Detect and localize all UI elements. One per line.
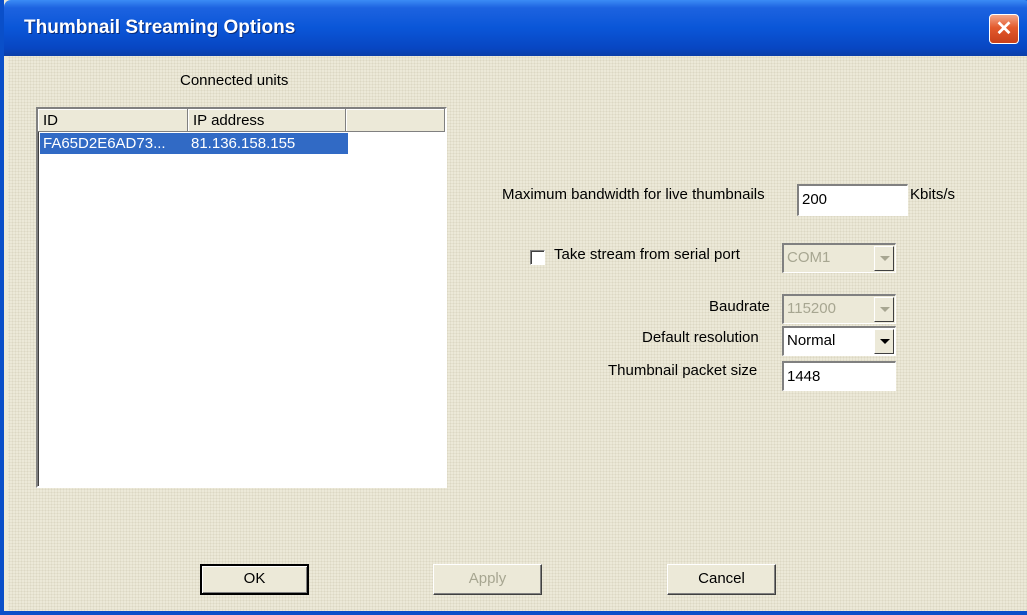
baudrate-value: 115200 <box>787 300 836 317</box>
column-header-filler <box>346 109 445 132</box>
baudrate-label: Baudrate <box>709 298 770 315</box>
packet-size-input[interactable]: 1448 <box>782 361 896 391</box>
serial-port-select[interactable]: COM1 <box>782 243 896 273</box>
list-item[interactable]: FA65D2E6AD73... 81.136.158.155 <box>40 133 348 154</box>
serial-port-checkbox[interactable] <box>530 250 545 265</box>
cancel-button[interactable]: Cancel <box>667 564 776 595</box>
connected-units-label: Connected units <box>180 72 289 89</box>
default-resolution-value: Normal <box>787 332 836 349</box>
bandwidth-unit-label: Kbits/s <box>910 186 956 203</box>
serial-port-label: Take stream from serial port <box>554 246 740 263</box>
ok-button[interactable]: OK <box>200 564 309 595</box>
window-title: Thumbnail Streaming Options <box>24 17 296 38</box>
bandwidth-input[interactable]: 200 <box>797 184 908 216</box>
title-bar[interactable]: Thumbnail Streaming Options ✕ <box>4 0 1027 56</box>
unit-id-cell: FA65D2E6AD73... <box>43 135 166 152</box>
chevron-down-icon <box>874 246 894 271</box>
column-header-id[interactable]: ID <box>38 109 188 132</box>
packet-size-label: Thumbnail packet size <box>608 362 758 379</box>
connected-units-list[interactable]: ID IP address FA65D2E6AD73... 81.136.158… <box>36 107 447 488</box>
apply-button[interactable]: Apply <box>433 564 542 595</box>
default-resolution-select[interactable]: Normal <box>782 326 896 356</box>
close-icon: ✕ <box>995 18 1013 40</box>
unit-ip-cell: 81.136.158.155 <box>191 135 296 152</box>
chevron-down-icon <box>874 329 894 354</box>
chevron-down-icon <box>874 297 894 322</box>
serial-port-value: COM1 <box>787 249 831 266</box>
bandwidth-label: Maximum bandwidth for live thumbnails <box>502 186 765 203</box>
list-header: ID IP address <box>38 109 445 132</box>
dialog-body: Connected units ID IP address FA65D2E6AD… <box>8 56 1027 611</box>
dialog-window: Thumbnail Streaming Options ✕ Connected … <box>0 0 1027 615</box>
column-header-ip-address[interactable]: IP address <box>188 109 346 132</box>
baudrate-select[interactable]: 115200 <box>782 294 896 324</box>
close-button[interactable]: ✕ <box>989 14 1019 44</box>
default-resolution-label: Default resolution <box>642 329 759 346</box>
